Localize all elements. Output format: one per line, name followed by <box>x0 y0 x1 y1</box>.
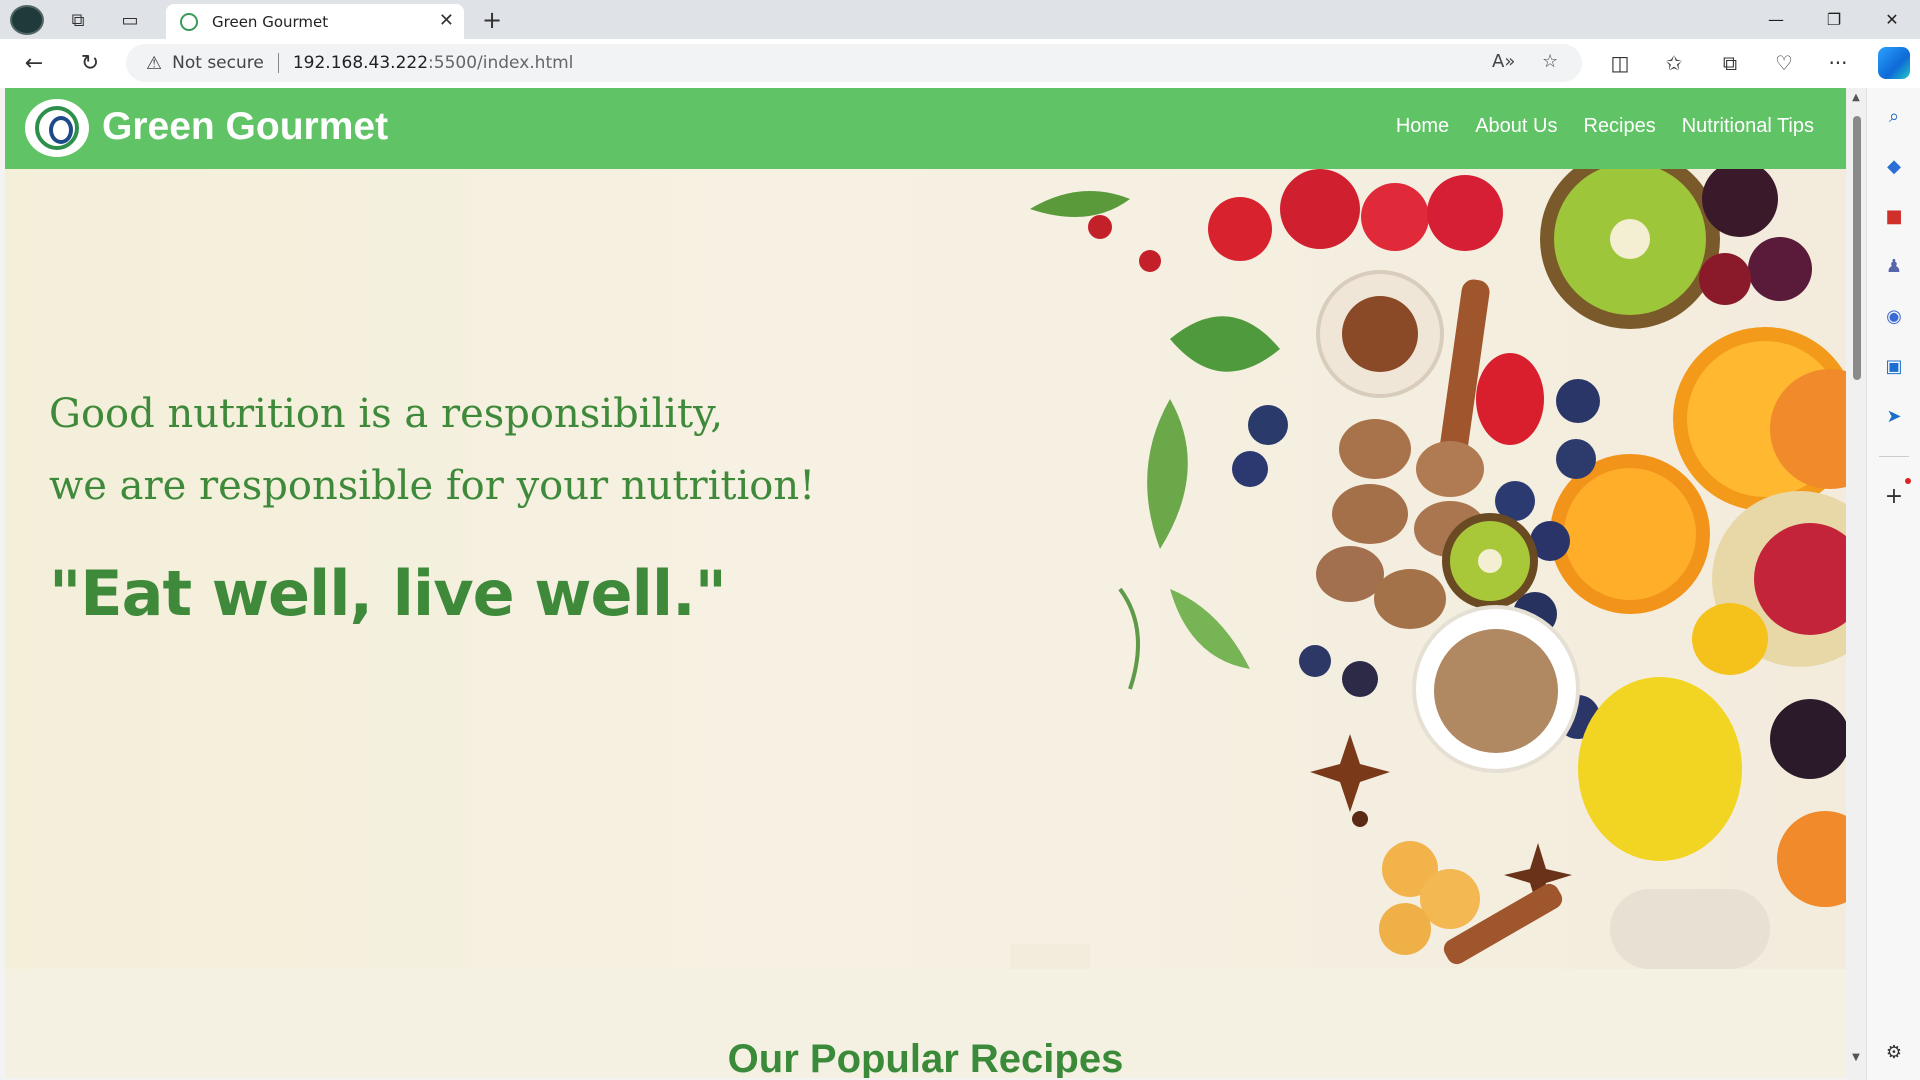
scroll-thumb[interactable] <box>1853 116 1861 380</box>
reload-button[interactable]: ↻ <box>72 47 108 79</box>
search-icon[interactable]: ⌕ <box>1880 102 1908 130</box>
tab-title: Green Gourmet <box>212 12 329 31</box>
read-aloud-icon[interactable]: A» <box>1492 51 1515 72</box>
browser-title-bar: ⧉ ▭ Green Gourmet ✕ + — ❐ ✕ <box>0 0 1920 39</box>
url-text[interactable]: 192.168.43.222:5500/index.html <box>293 53 574 73</box>
nav-link-nutritional-tips[interactable]: Nutritional Tips <box>1682 115 1814 138</box>
close-tab-icon[interactable]: ✕ <box>439 10 454 31</box>
hero-tagline-line1: Good nutrition is a responsibility, <box>49 391 724 437</box>
hero-motto: "Eat well, live well." <box>49 557 727 630</box>
restore-button[interactable]: ❐ <box>1806 0 1862 39</box>
office-icon[interactable]: ◉ <box>1880 302 1908 330</box>
warning-icon[interactable]: ⚠ <box>146 53 162 74</box>
address-bar[interactable]: ⚠ Not secure 192.168.43.222:5500/index.h… <box>126 44 1582 82</box>
new-tab-button[interactable]: + <box>474 4 510 36</box>
notification-dot <box>1905 478 1911 484</box>
more-menu-icon[interactable]: ··· <box>1820 47 1856 79</box>
nav-link-home[interactable]: Home <box>1396 115 1449 138</box>
security-label[interactable]: Not secure <box>172 53 264 73</box>
hero-tagline-line2: we are responsible for your nutrition! <box>49 463 816 509</box>
site-favicon-icon <box>180 12 198 31</box>
site-navbar: Green Gourmet Home About Us Recipes Nutr… <box>5 88 1846 169</box>
minimize-button[interactable]: — <box>1748 0 1804 39</box>
split-screen-icon[interactable]: ◫ <box>1602 47 1638 79</box>
edge-sidebar: ⌕ ◆ ■ ♟ ◉ ▣ ➤ + ⚙ <box>1866 88 1920 1080</box>
nav-link-about-us[interactable]: About Us <box>1475 115 1557 138</box>
divider <box>277 53 279 73</box>
section-heading: Our Popular Recipes <box>727 1037 1124 1078</box>
outlook-icon[interactable]: ▣ <box>1880 352 1908 380</box>
scroll-up-icon[interactable]: ▲ <box>1850 92 1862 103</box>
brand-name[interactable]: Green Gourmet <box>102 105 388 149</box>
browser-tab[interactable]: Green Gourmet ✕ <box>166 4 464 39</box>
collections-icon[interactable]: ⧉ <box>1712 47 1748 79</box>
vertical-tabs-icon[interactable]: ▭ <box>110 4 150 36</box>
close-window-button[interactable]: ✕ <box>1864 0 1920 39</box>
back-button[interactable]: ← <box>16 47 52 79</box>
page-viewport: Green Gourmet Home About Us Recipes Nutr… <box>5 88 1846 1078</box>
add-icon[interactable]: + <box>1880 482 1908 510</box>
hero-produce-image <box>1010 169 1846 969</box>
scroll-down-icon[interactable]: ▼ <box>1850 1052 1862 1063</box>
workspaces-icon[interactable]: ⧉ <box>58 4 98 36</box>
hero-section: Good nutrition is a responsibility, we a… <box>5 169 1846 969</box>
send-icon[interactable]: ➤ <box>1880 402 1908 430</box>
sidebar-divider <box>1879 456 1909 457</box>
games-icon[interactable]: ♟ <box>1880 252 1908 280</box>
browser-essentials-icon[interactable]: ♡ <box>1766 47 1802 79</box>
nav-link-recipes[interactable]: Recipes <box>1583 115 1655 138</box>
site-nav-links: Home About Us Recipes Nutritional Tips <box>1396 115 1814 138</box>
brand-logo-icon[interactable] <box>25 99 89 157</box>
favorites-icon[interactable]: ✩ <box>1656 47 1692 79</box>
profile-avatar[interactable] <box>10 5 44 35</box>
page-scrollbar[interactable]: ▲ ▼ <box>1846 88 1866 1080</box>
shopping-tag-icon[interactable]: ◆ <box>1880 152 1908 180</box>
copilot-icon[interactable] <box>1878 47 1910 79</box>
toolbox-icon[interactable]: ■ <box>1880 202 1908 230</box>
browser-toolbar: ← ↻ ⚠ Not secure 192.168.43.222:5500/ind… <box>0 39 1920 88</box>
favorite-star-icon[interactable]: ☆ <box>1542 51 1558 72</box>
settings-icon[interactable]: ⚙ <box>1880 1038 1908 1066</box>
